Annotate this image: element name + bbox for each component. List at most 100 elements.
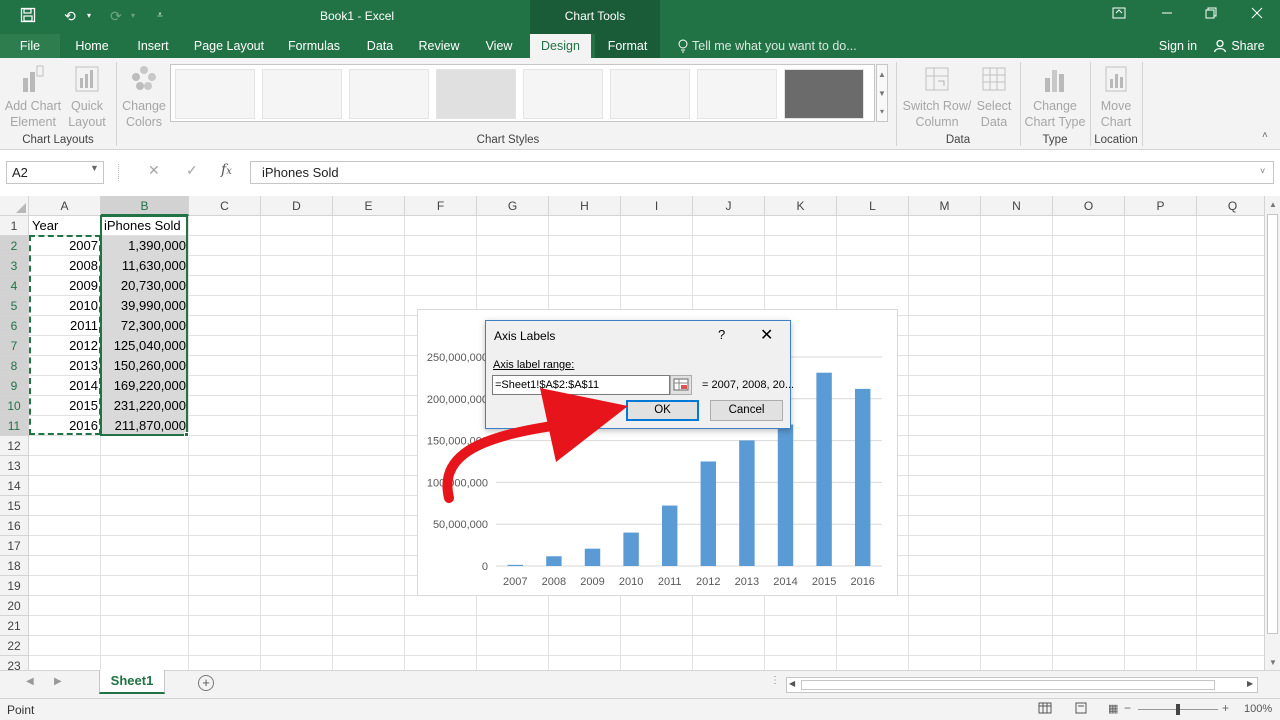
- chart-style-thumb[interactable]: [523, 69, 603, 119]
- column-header-j[interactable]: J: [693, 196, 765, 216]
- zoom-in-icon[interactable]: +: [1222, 701, 1229, 715]
- scroll-up-icon[interactable]: ▲: [1269, 200, 1277, 209]
- next-sheet-icon[interactable]: ▶: [54, 676, 62, 687]
- add-sheet-icon[interactable]: +: [198, 675, 214, 691]
- chart-style-thumb[interactable]: [436, 69, 516, 119]
- horizontal-scroll-thumb[interactable]: [801, 680, 1215, 690]
- column-header-i[interactable]: I: [621, 196, 693, 216]
- row-header-2[interactable]: 2: [0, 236, 29, 256]
- row-header-13[interactable]: 13: [0, 456, 29, 476]
- formula-bar-splitter[interactable]: [118, 164, 121, 181]
- row-header-20[interactable]: 20: [0, 596, 29, 616]
- row-header-14[interactable]: 14: [0, 476, 29, 496]
- scroll-right-icon[interactable]: ▶: [1247, 679, 1253, 688]
- formula-input[interactable]: iPhones Sold: [250, 161, 1274, 184]
- horizontal-scrollbar[interactable]: ◀ ▶: [786, 677, 1258, 693]
- tab-data[interactable]: Data: [358, 34, 402, 58]
- column-header-n[interactable]: N: [981, 196, 1053, 216]
- column-header-d[interactable]: D: [261, 196, 333, 216]
- gallery-up-icon[interactable]: ▲: [877, 65, 887, 84]
- row-header-17[interactable]: 17: [0, 536, 29, 556]
- minimize-icon[interactable]: [1152, 6, 1182, 22]
- collapse-ribbon-icon[interactable]: ˄: [1262, 130, 1268, 141]
- gallery-down-icon[interactable]: ▼: [877, 84, 887, 103]
- axis-label-range-input[interactable]: =Sheet1!$A$2:$A$11: [492, 375, 670, 395]
- column-header-h[interactable]: H: [549, 196, 621, 216]
- sheet-tab-sheet1[interactable]: Sheet1: [99, 670, 165, 694]
- ok-button[interactable]: OK: [626, 400, 699, 421]
- tab-format[interactable]: Format: [595, 34, 660, 58]
- undo-dropdown-icon[interactable]: ▾: [84, 7, 94, 25]
- row-header-15[interactable]: 15: [0, 496, 29, 516]
- chart-style-thumb[interactable]: [349, 69, 429, 119]
- column-header-o[interactable]: O: [1053, 196, 1125, 216]
- insert-function-icon[interactable]: fx: [221, 162, 232, 178]
- row-header-23[interactable]: 23: [0, 656, 29, 670]
- change-chart-type-button[interactable]: Change Chart Type: [1022, 64, 1088, 130]
- column-header-a[interactable]: A: [29, 196, 101, 216]
- chart-style-thumb[interactable]: [610, 69, 690, 119]
- row-header-3[interactable]: 3: [0, 256, 29, 276]
- undo-icon[interactable]: ⟲: [60, 7, 80, 25]
- row-header-6[interactable]: 6: [0, 316, 29, 336]
- row-header-9[interactable]: 9: [0, 376, 29, 396]
- change-colors-button[interactable]: Change Colors: [120, 64, 168, 130]
- help-icon[interactable]: ?: [718, 327, 725, 342]
- select-data-button[interactable]: Select Data: [974, 64, 1014, 130]
- gallery-more-icon[interactable]: ▾: [877, 103, 887, 121]
- column-header-p[interactable]: P: [1125, 196, 1197, 216]
- tab-file[interactable]: File: [0, 34, 60, 58]
- quick-layout-button[interactable]: Quick Layout: [64, 64, 110, 130]
- vertical-scrollbar[interactable]: ▲ ▼: [1264, 196, 1280, 670]
- expand-formula-icon[interactable]: ˅: [1260, 166, 1265, 176]
- tab-splitter-icon[interactable]: ⋮: [770, 675, 780, 686]
- column-header-q[interactable]: Q: [1197, 196, 1264, 216]
- close-icon[interactable]: ✕: [760, 325, 773, 345]
- collapse-dialog-icon[interactable]: [670, 375, 692, 395]
- scroll-down-icon[interactable]: ▼: [1269, 658, 1277, 667]
- ribbon-display-icon[interactable]: [1104, 6, 1134, 22]
- row-header-5[interactable]: 5: [0, 296, 29, 316]
- zoom-out-icon[interactable]: −: [1124, 701, 1131, 715]
- tab-formulas[interactable]: Formulas: [280, 34, 348, 58]
- row-header-7[interactable]: 7: [0, 336, 29, 356]
- tab-view[interactable]: View: [476, 34, 522, 58]
- page-layout-view-icon[interactable]: [1074, 702, 1088, 717]
- row-header-22[interactable]: 22: [0, 636, 29, 656]
- move-chart-button[interactable]: Move Chart: [1094, 64, 1138, 130]
- chart-style-thumb[interactable]: [262, 69, 342, 119]
- column-header-e[interactable]: E: [333, 196, 405, 216]
- zoom-slider-knob[interactable]: [1176, 704, 1180, 715]
- row-header-1[interactable]: 1: [0, 216, 29, 236]
- name-box-dropdown-icon[interactable]: ▼: [90, 163, 99, 173]
- tab-page-layout[interactable]: Page Layout: [188, 34, 270, 58]
- zoom-level[interactable]: 100%: [1244, 703, 1272, 715]
- tab-design[interactable]: Design: [530, 34, 591, 58]
- row-header-21[interactable]: 21: [0, 616, 29, 636]
- customize-qat-icon[interactable]: ⩡: [152, 7, 168, 25]
- chart-style-thumb[interactable]: [784, 69, 864, 119]
- close-window-icon[interactable]: [1242, 6, 1272, 22]
- row-header-18[interactable]: 18: [0, 556, 29, 576]
- sign-in-link[interactable]: Sign in: [1152, 34, 1204, 58]
- column-header-b[interactable]: B: [101, 196, 189, 216]
- chart-style-thumb[interactable]: [697, 69, 777, 119]
- tab-insert[interactable]: Insert: [128, 34, 178, 58]
- column-header-k[interactable]: K: [765, 196, 837, 216]
- tab-home[interactable]: Home: [66, 34, 118, 58]
- share-button[interactable]: Share: [1228, 34, 1268, 58]
- column-header-g[interactable]: G: [477, 196, 549, 216]
- page-break-view-icon[interactable]: ▦: [1108, 702, 1118, 715]
- row-header-10[interactable]: 10: [0, 396, 29, 416]
- row-header-19[interactable]: 19: [0, 576, 29, 596]
- row-header-12[interactable]: 12: [0, 436, 29, 456]
- row-header-11[interactable]: 11: [0, 416, 29, 436]
- row-header-8[interactable]: 8: [0, 356, 29, 376]
- fill-handle[interactable]: [184, 432, 189, 437]
- scroll-left-icon[interactable]: ◀: [789, 679, 795, 688]
- row-header-16[interactable]: 16: [0, 516, 29, 536]
- prev-sheet-icon[interactable]: ◀: [26, 676, 34, 687]
- column-header-l[interactable]: L: [837, 196, 909, 216]
- restore-icon[interactable]: [1196, 6, 1226, 22]
- switch-row-column-button[interactable]: Switch Row/ Column: [900, 64, 974, 130]
